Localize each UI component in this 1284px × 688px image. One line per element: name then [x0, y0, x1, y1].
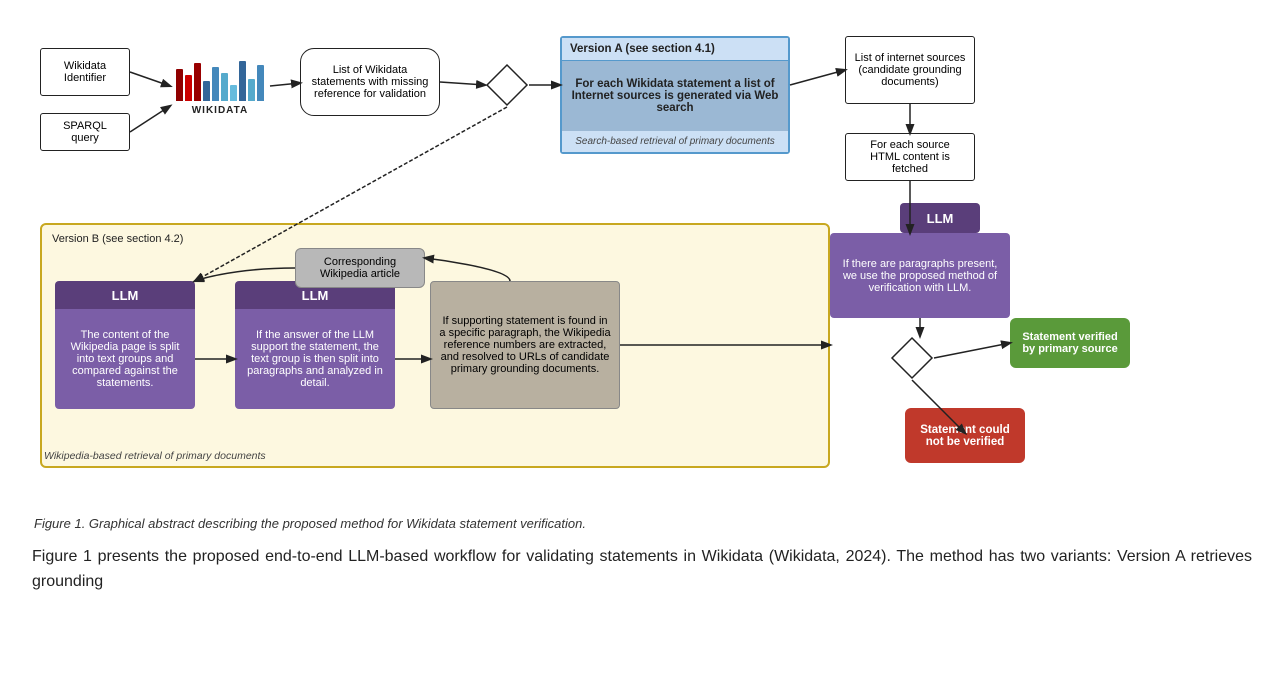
- llm-b1-body-text: The content of the Wikipedia page is spl…: [61, 329, 189, 389]
- statement-not-verified-label: Statement could not be verified: [911, 424, 1019, 448]
- llm-b2-body: If the answer of the LLM support the sta…: [235, 309, 395, 409]
- body-text: Figure 1 presents the proposed end-to-en…: [30, 545, 1254, 595]
- llm-right-label: LLM: [900, 203, 980, 233]
- llm-verify-label: If there are paragraphs present, we use …: [836, 258, 1004, 294]
- statement-verified-box: Statement verified by primary source: [1010, 318, 1130, 368]
- version-a-body: For each Wikidata statement a list of In…: [562, 61, 788, 131]
- statement-not-verified-box: Statement could not be verified: [905, 408, 1025, 463]
- wikidata-logo-text: WIKIDATA: [192, 105, 249, 116]
- sparql-query-box: SPARQL query: [40, 113, 130, 151]
- wiki-article-label: Corresponding Wikipedia article: [300, 256, 420, 280]
- statement-verified-label: Statement verified by primary source: [1016, 331, 1124, 355]
- version-a-box: Version A (see section 4.1) For each Wik…: [560, 36, 790, 154]
- diagram-area: Wikidata Identifier SPARQL query WIKIDAT…: [30, 18, 1254, 508]
- right-decision-diamond: [890, 336, 934, 380]
- version-b-footer: Wikipedia-based retrieval of primary doc…: [44, 450, 266, 462]
- llm-verify-box: If there are paragraphs present, we use …: [830, 233, 1010, 318]
- supporting-statement-label: If supporting statement is found in a sp…: [439, 315, 611, 375]
- version-a-footer: Search-based retrieval of primary docume…: [562, 131, 788, 152]
- llm-b1-header: LLM: [55, 281, 195, 309]
- supporting-statement-box: If supporting statement is found in a sp…: [430, 281, 620, 409]
- version-a-header: Version A (see section 4.1): [562, 38, 788, 61]
- wikidata-bars: [176, 57, 264, 101]
- llm-b1-body: The content of the Wikipedia page is spl…: [55, 309, 195, 409]
- list-statements-label: List of Wikidata statements with missing…: [309, 64, 431, 100]
- internet-sources-box: List of internet sources (candidate grou…: [845, 36, 975, 104]
- internet-sources-label: List of internet sources (candidate grou…: [854, 52, 966, 88]
- wiki-article-box: Corresponding Wikipedia article: [295, 248, 425, 288]
- fetch-html-label: For each source HTML content is fetched: [854, 139, 966, 175]
- llm-b2-body-text: If the answer of the LLM support the sta…: [241, 329, 389, 389]
- version-b-title: Version B (see section 4.2): [52, 233, 818, 245]
- main-decision-diamond: [485, 63, 529, 107]
- list-statements-box: List of Wikidata statements with missing…: [300, 48, 440, 116]
- figure-caption: Figure 1. Graphical abstract describing …: [30, 516, 1254, 531]
- wikidata-id-label: Wikidata Identifier: [49, 60, 121, 84]
- fetch-html-box: For each source HTML content is fetched: [845, 133, 975, 181]
- sparql-label: SPARQL query: [49, 120, 121, 144]
- version-a-body-text: For each Wikidata statement a list of In…: [570, 78, 780, 114]
- wikidata-identifier-box: Wikidata Identifier: [40, 48, 130, 96]
- wikidata-logo: WIKIDATA: [170, 46, 270, 126]
